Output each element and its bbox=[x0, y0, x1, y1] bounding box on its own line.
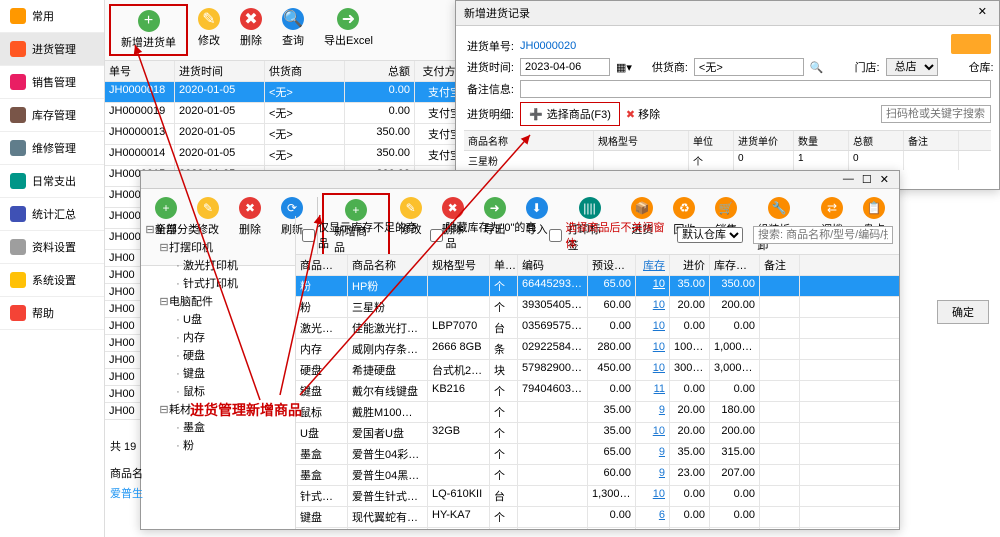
name-fragment: 商品名 bbox=[110, 465, 143, 481]
sidebar-item-4[interactable]: 维修管理 bbox=[0, 132, 104, 165]
maximize-icon[interactable]: ☐ bbox=[858, 173, 876, 186]
btn-导出Excel[interactable]: ➜导出Excel bbox=[314, 4, 383, 56]
btn-删除[interactable]: ✖删除 bbox=[230, 4, 272, 56]
shop-label: 门店: bbox=[830, 59, 880, 75]
search-icon[interactable]: 🔍 bbox=[810, 61, 824, 74]
select-goods-button[interactable]: ➕ 选择商品(F3) bbox=[520, 102, 620, 126]
tree-node[interactable]: ⊟耗材 bbox=[145, 400, 291, 418]
close-icon[interactable]: ✕ bbox=[876, 173, 893, 186]
plus-icon: ➕ bbox=[529, 108, 543, 121]
goods-row[interactable]: 硬盘希捷硬盘台式机2TB块5798290016450.0010300.003,0… bbox=[296, 360, 899, 381]
goods-row[interactable]: U盘爱国者U盘32GB个35.001020.00200.00 bbox=[296, 423, 899, 444]
sidebar-item-7[interactable]: 资料设置 bbox=[0, 231, 104, 264]
tree-node[interactable]: ⊟电脑配件 bbox=[145, 292, 291, 310]
tree-node[interactable]: ·键盘 bbox=[145, 364, 291, 382]
sidebar: 常用进货管理销售管理库存管理维修管理日常支出统计汇总资料设置系统设置帮助 bbox=[0, 0, 105, 537]
detail-label: 进货明细: bbox=[464, 106, 514, 122]
tree-node[interactable]: ·针式打印机 bbox=[145, 274, 291, 292]
tree-node[interactable]: ·墨盒 bbox=[145, 418, 291, 436]
sidebar-item-1[interactable]: 进货管理 bbox=[0, 33, 104, 66]
warehouse-label: 仓库: bbox=[944, 59, 994, 75]
chk-low-stock[interactable]: 仅显示库存不足的商品 bbox=[302, 219, 420, 251]
sidebar-item-0[interactable]: 常用 bbox=[0, 0, 104, 33]
add-purchase-dialog: 新增进货记录 ✕ 进货单号: JH0000020 进货时间: ▦▾ 供货商: 🔍… bbox=[455, 0, 1000, 190]
sidebar-item-8[interactable]: 系统设置 bbox=[0, 264, 104, 297]
goods-row[interactable]: 粉HP粉个664452931665.001035.00350.00 bbox=[296, 276, 899, 297]
remove-button[interactable]: ✖ 移除 bbox=[626, 106, 660, 122]
goods-row[interactable]: 墨盒爱普生04彩色墨水个65.00935.00315.00 bbox=[296, 444, 899, 465]
chk-hide-zero[interactable]: 隐藏库存为"0"的商品 bbox=[430, 219, 540, 251]
tree-node[interactable]: ·硬盘 bbox=[145, 346, 291, 364]
order-label: 进货单号: bbox=[464, 38, 514, 54]
goods-row[interactable]: 内存威刚内存条DDR42666 8GB条0292258444280.001010… bbox=[296, 339, 899, 360]
btn-查询[interactable]: 🔍查询 bbox=[272, 4, 314, 56]
tree-node[interactable]: ·U盘 bbox=[145, 310, 291, 328]
sidebar-item-5[interactable]: 日常支出 bbox=[0, 165, 104, 198]
shop-select[interactable]: 总店 bbox=[886, 58, 938, 76]
supplier-label: 供货商: bbox=[638, 59, 688, 75]
close-icon[interactable]: ✕ bbox=[974, 6, 991, 18]
tree-node[interactable]: ·鼠标 bbox=[145, 382, 291, 400]
minimize-icon[interactable]: — bbox=[839, 173, 858, 186]
note-label: 备注信息: bbox=[464, 81, 514, 97]
goods-row[interactable]: 粉三星粉个393054052860.001020.00200.00 bbox=[296, 297, 899, 318]
ok-button[interactable]: 确定 bbox=[937, 300, 989, 324]
tree-node[interactable]: ·粉 bbox=[145, 436, 291, 454]
goods-row[interactable]: 激光打印机佳能激光打印机LBP7070台03569575470.00100.00… bbox=[296, 318, 899, 339]
btn-新增进货单[interactable]: +新增进货单 bbox=[109, 4, 188, 56]
goods-row[interactable]: 针式打印机爱普生针式打印机LQ-610KII台1,300.00100.000.0… bbox=[296, 486, 899, 507]
tree-node[interactable]: ⊟打摆印机 bbox=[145, 238, 291, 256]
goods-row[interactable]: 鼠标戴胜M100鼠标个35.00920.00180.00 bbox=[296, 402, 899, 423]
note-input[interactable] bbox=[520, 80, 991, 98]
sidebar-item-6[interactable]: 统计汇总 bbox=[0, 198, 104, 231]
dialog-title: 新增进货记录 bbox=[464, 5, 530, 21]
order-value: JH0000020 bbox=[520, 40, 576, 52]
tree-node[interactable]: ·激光打印机 bbox=[145, 256, 291, 274]
goods-row[interactable]: 鼠标罗技有线鼠标G102个0.00850.00400.00 bbox=[296, 528, 899, 529]
count-fragment: 共 19 bbox=[110, 438, 136, 454]
sidebar-item-2[interactable]: 销售管理 bbox=[0, 66, 104, 99]
sidebar-item-3[interactable]: 库存管理 bbox=[0, 99, 104, 132]
date-label: 进货时间: bbox=[464, 59, 514, 75]
tree-node[interactable]: ·内存 bbox=[145, 328, 291, 346]
sidebar-item-9[interactable]: 帮助 bbox=[0, 297, 104, 330]
date-input[interactable] bbox=[520, 58, 610, 76]
goods-search[interactable] bbox=[753, 226, 893, 244]
chk-keep-open[interactable]: 选择商品后不关闭窗体 bbox=[549, 219, 667, 251]
btn-修改[interactable]: ✎修改 bbox=[188, 4, 230, 56]
ap-fragment: 爱普生 bbox=[110, 485, 143, 501]
goods-dialog: — ☐ ✕ +新增✎修改✖删除⟳刷新+新增商品✎修改✖删除➜导出⬇导入||||打… bbox=[140, 170, 900, 530]
goods-row[interactable]: 墨盒爱普生04黑色墨水个60.00923.00207.00 bbox=[296, 465, 899, 486]
tree-node[interactable]: ⊟全部分类 bbox=[145, 220, 291, 238]
calendar-icon[interactable]: ▦▾ bbox=[616, 61, 632, 74]
category-tree[interactable]: ⊟全部分类⊟打摆印机·激光打印机·针式打印机⊟电脑配件·U盘·内存·硬盘·键盘·… bbox=[141, 216, 296, 529]
supplier-input[interactable] bbox=[694, 58, 804, 76]
barcode-search[interactable] bbox=[881, 105, 991, 123]
warehouse-filter[interactable]: 默认仓库 bbox=[677, 227, 743, 243]
goods-row[interactable]: 键盘现代翼蛇有线键盘HY-KA7个0.0060.000.00 bbox=[296, 507, 899, 528]
goods-row[interactable]: 键盘戴尔有线键盘KB216个79404603770.00110.000.00 bbox=[296, 381, 899, 402]
truck-icon bbox=[951, 34, 991, 54]
